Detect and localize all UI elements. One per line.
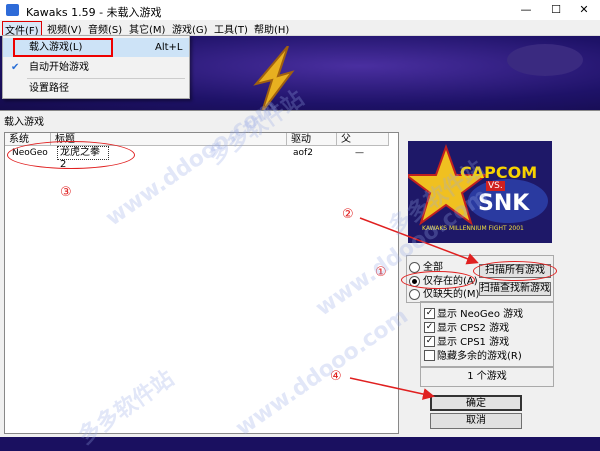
annotation-arrows: [349, 217, 479, 400]
